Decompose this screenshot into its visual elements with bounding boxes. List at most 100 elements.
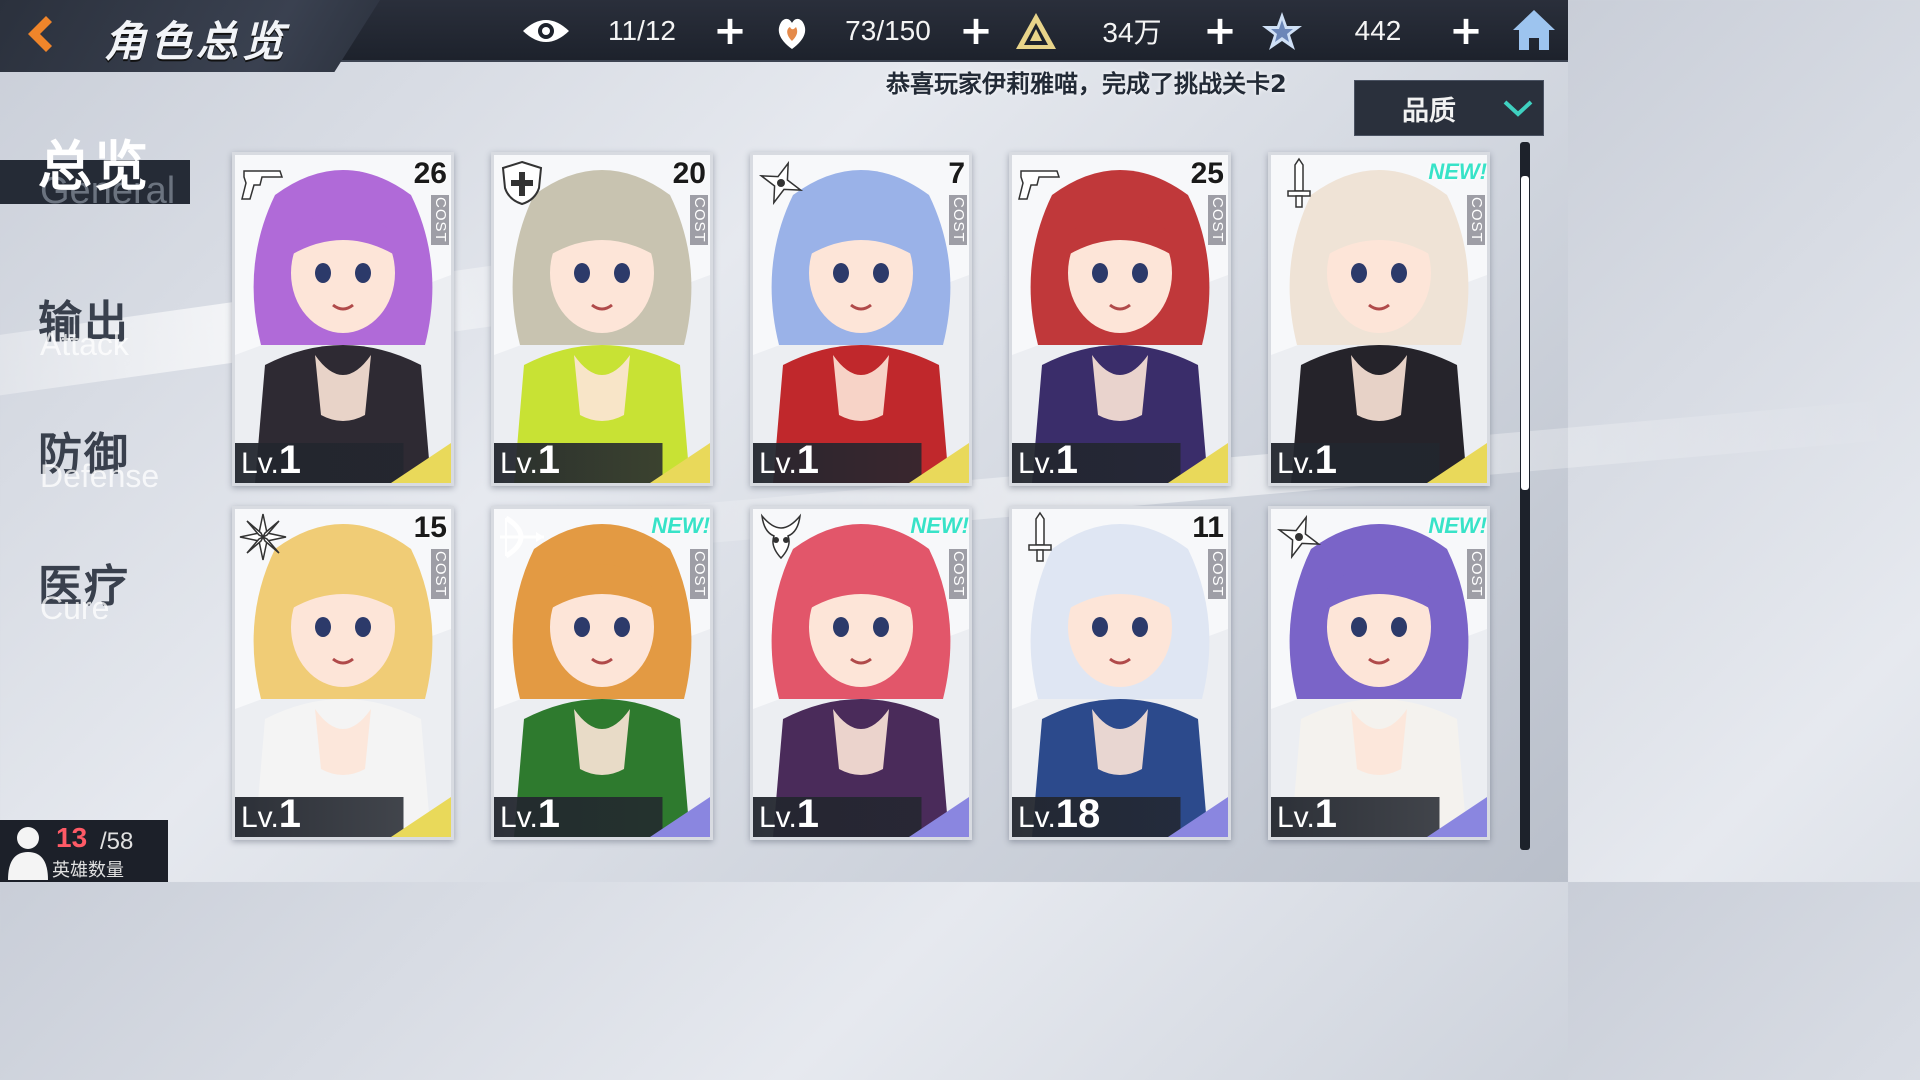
hero-cost-value: 20 — [672, 157, 706, 190]
level-number: 1 — [1314, 438, 1338, 482]
level-prefix: Lv. — [241, 801, 279, 834]
hero-level: Lv.18 — [1018, 792, 1100, 837]
resource-value: 73/150 — [845, 15, 931, 46]
hero-level: Lv.1 — [1018, 438, 1078, 483]
sidebar-tab-sublabel: Attack — [40, 326, 129, 362]
resource-gems: 442 + — [1256, 6, 1484, 56]
triangle-emblem-icon — [1010, 8, 1062, 54]
eye-icon — [520, 8, 572, 54]
hero-level: Lv.1 — [500, 792, 560, 837]
resource-value: 442 — [1354, 15, 1402, 46]
level-prefix: Lv. — [1277, 801, 1315, 834]
sidebar-tab-label: 总览 — [38, 135, 150, 198]
new-badge: NEW! — [1428, 159, 1487, 184]
quality-filter-label: 品质 — [1402, 95, 1456, 127]
hero-owned-count: 13 — [56, 822, 88, 853]
cost-label: COST — [1208, 549, 1226, 599]
pistol-icon — [1012, 155, 1068, 211]
pistol-icon — [235, 155, 291, 211]
hero-cost-value: 26 — [413, 157, 447, 190]
sidebar-tab-general[interactable]: 总览 General — [0, 130, 200, 220]
heart-flame-icon — [766, 8, 818, 54]
new-badge: NEW! — [1428, 513, 1487, 538]
demon-horn-icon — [753, 509, 809, 565]
shuriken-icon — [753, 155, 809, 211]
add-gems-button[interactable]: + — [1448, 11, 1484, 51]
back-arrow-icon — [28, 16, 52, 52]
chevron-down-icon — [1493, 98, 1543, 118]
cost-label: COST — [431, 195, 449, 245]
resource-currency: 34万 + — [1010, 6, 1238, 56]
level-number: 18 — [1055, 792, 1101, 836]
level-number: 1 — [1314, 792, 1338, 836]
cost-label: COST — [1208, 195, 1226, 245]
hero-card[interactable]: NEW! COST Lv.1 — [1268, 506, 1490, 840]
hero-card[interactable]: 15 COST Lv.1 — [232, 506, 454, 840]
quality-filter-dropdown[interactable]: 品质 — [1354, 80, 1544, 136]
cost-label: COST — [1467, 195, 1485, 245]
hero-card[interactable]: NEW! COST Lv.1 — [750, 506, 972, 840]
resource-vision: 11/12 + — [520, 6, 748, 56]
sidebar-tab-attack[interactable]: 输出 Attack — [0, 286, 200, 366]
home-icon — [1513, 10, 1555, 50]
level-number: 1 — [278, 792, 302, 836]
cost-label: COST — [1467, 549, 1485, 599]
add-currency-button[interactable]: + — [1202, 11, 1238, 51]
resource-value: 34万 — [1102, 17, 1162, 48]
new-badge: NEW! — [910, 513, 969, 538]
star-flower-icon — [235, 509, 291, 565]
hero-card[interactable]: NEW! COST Lv.1 — [491, 506, 713, 840]
shield-cross-icon — [494, 155, 550, 211]
hero-card-grid: 26 COST Lv.1 20 COST Lv.1 7 COST Lv.1 25 COST Lv.1 N… — [232, 152, 1492, 882]
sidebar-tab-defense[interactable]: 防御 Defense — [0, 418, 200, 498]
hero-level: Lv.1 — [759, 792, 819, 837]
hero-card[interactable]: 20 COST Lv.1 — [491, 152, 713, 486]
sword-icon — [1012, 509, 1068, 565]
hero-total-count: /58 — [100, 828, 134, 855]
hero-cost-value: 15 — [413, 511, 447, 544]
level-number: 1 — [1055, 438, 1079, 482]
shuriken-icon — [1271, 509, 1327, 565]
new-badge: NEW! — [651, 513, 710, 538]
hero-level: Lv.1 — [1277, 438, 1337, 483]
sidebar-tab-sublabel: Defense — [40, 458, 160, 494]
hero-card[interactable]: 25 COST Lv.1 — [1009, 152, 1231, 486]
cost-label: COST — [949, 195, 967, 245]
add-vision-button[interactable]: + — [712, 11, 748, 51]
hero-card[interactable]: NEW! COST Lv.1 — [1268, 152, 1490, 486]
sidebar-tab-cure[interactable]: 医疗 Cure — [0, 550, 200, 630]
level-number: 1 — [537, 792, 561, 836]
hero-level: Lv.1 — [1277, 792, 1337, 837]
hero-level: Lv.1 — [759, 438, 819, 483]
hero-card[interactable]: 26 COST Lv.1 — [232, 152, 454, 486]
hero-cost-value: 7 — [948, 157, 965, 190]
level-prefix: Lv. — [1277, 447, 1315, 480]
cost-label: COST — [690, 195, 708, 245]
hero-level: Lv.1 — [500, 438, 560, 483]
hero-count-panel: 13 /58 英雄数量 — [0, 820, 168, 882]
hero-count-label: 英雄数量 — [52, 860, 124, 881]
broadcast-message: 恭喜玩家伊莉雅喵，完成了挑战关卡2 — [886, 70, 1287, 98]
page-title: 角色总览 — [104, 17, 289, 66]
hero-level: Lv.1 — [241, 438, 301, 483]
level-number: 1 — [796, 438, 820, 482]
hero-card[interactable]: 11 COST Lv.18 — [1009, 506, 1231, 840]
scrollbar-thumb[interactable] — [1521, 176, 1529, 490]
add-stamina-button[interactable]: + — [958, 11, 994, 51]
level-prefix: Lv. — [500, 801, 538, 834]
cost-label: COST — [949, 549, 967, 599]
home-button[interactable] — [1508, 4, 1560, 56]
level-prefix: Lv. — [500, 447, 538, 480]
hero-card[interactable]: 7 COST Lv.1 — [750, 152, 972, 486]
level-number: 1 — [537, 438, 561, 482]
level-prefix: Lv. — [1018, 801, 1056, 834]
cost-label: COST — [690, 549, 708, 599]
hero-cost-value: 25 — [1190, 157, 1224, 190]
hero-cost-value: 11 — [1192, 511, 1224, 544]
bow-icon — [494, 509, 550, 565]
back-button[interactable] — [8, 6, 68, 62]
level-number: 1 — [796, 792, 820, 836]
level-prefix: Lv. — [1018, 447, 1056, 480]
level-number: 1 — [278, 438, 302, 482]
sword-icon — [1271, 155, 1327, 211]
